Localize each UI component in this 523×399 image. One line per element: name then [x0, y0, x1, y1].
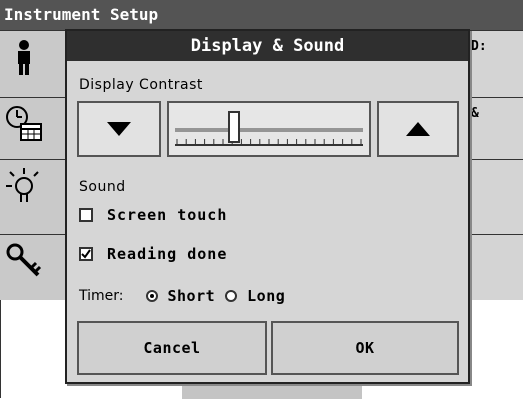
- setup-row-icon-cell: [0, 31, 66, 98]
- contrast-decrease-button[interactable]: [77, 101, 161, 157]
- contrast-slider-thumb[interactable]: [227, 111, 240, 143]
- timer-row: Timer: Short Long: [79, 287, 285, 305]
- setup-row-right-text: [463, 235, 523, 300]
- reading-done-label: Reading done: [107, 245, 228, 263]
- reading-done-checkbox[interactable]: [79, 247, 93, 261]
- cancel-button[interactable]: Cancel: [77, 321, 267, 375]
- contrast-slider[interactable]: [167, 101, 371, 157]
- triangle-down-icon: [107, 122, 131, 136]
- background-window-title: Instrument Setup: [0, 0, 523, 30]
- reading-done-option[interactable]: Reading done: [79, 245, 227, 263]
- setup-row-right-text: D:: [463, 31, 523, 98]
- setup-row-icon-cell: [0, 160, 66, 235]
- timer-short-radio[interactable]: [145, 290, 158, 302]
- background-bottom-button[interactable]: [182, 382, 362, 399]
- timer-label: Timer:: [79, 288, 124, 304]
- timer-long-radio[interactable]: [225, 290, 238, 302]
- display-sound-dialog: Display & Sound Display Contrast Sound S…: [65, 29, 470, 384]
- setup-row-icon-cell: [0, 98, 66, 160]
- triangle-up-icon: [406, 122, 430, 136]
- contrast-slider-track: [175, 128, 363, 146]
- timer-option-short[interactable]: Short: [145, 287, 216, 305]
- timer-option-long[interactable]: Long: [225, 287, 285, 305]
- clock-calendar-icon: [6, 106, 42, 141]
- contrast-increase-button[interactable]: [377, 101, 459, 157]
- screen-touch-option[interactable]: Screen touch: [79, 206, 227, 224]
- setup-row-right-text: &: [463, 98, 523, 160]
- screen-touch-label: Screen touch: [107, 206, 228, 224]
- display-contrast-label: Display Contrast: [79, 77, 203, 93]
- lamp-icon: [6, 168, 39, 202]
- dialog-title: Display & Sound: [67, 31, 468, 61]
- timer-short-label: Short: [167, 287, 216, 305]
- timer-long-label: Long: [247, 287, 286, 305]
- setup-row-right-text: [463, 160, 523, 235]
- screen-touch-checkbox[interactable]: [79, 208, 93, 222]
- sound-label: Sound: [79, 179, 126, 195]
- key-icon: [6, 243, 42, 277]
- ok-button[interactable]: OK: [271, 321, 459, 375]
- person-icon: [18, 40, 30, 75]
- setup-row-icon-cell: [0, 235, 66, 300]
